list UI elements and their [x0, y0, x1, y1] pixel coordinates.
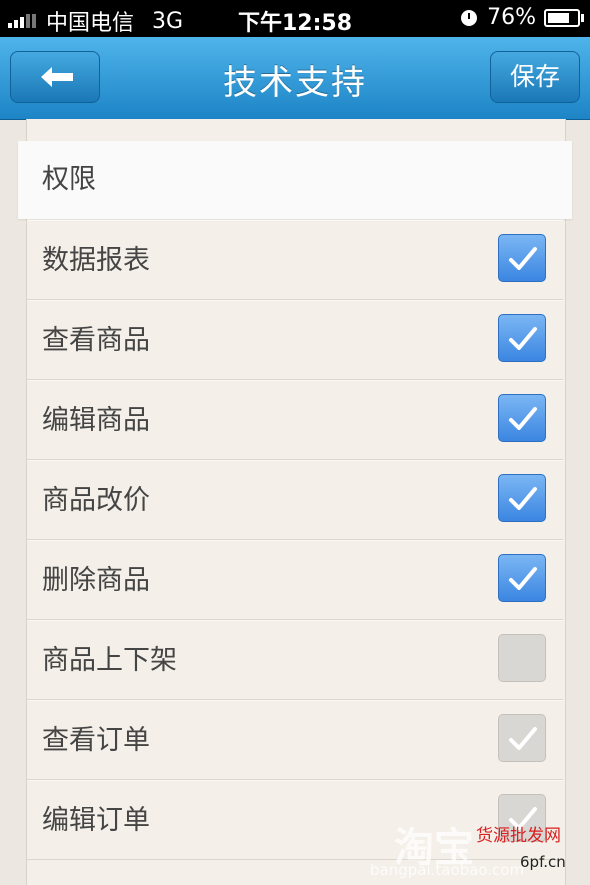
checkmark-icon [509, 487, 537, 510]
navigation-bar: 技术支持 保存 [0, 37, 590, 120]
permission-label: 删除商品 [42, 565, 150, 596]
permission-label: 商品上下架 [42, 645, 177, 676]
permission-checkbox[interactable] [498, 394, 546, 442]
watermark-site-short: 6pf.cn [520, 853, 566, 871]
permission-row[interactable]: 编辑商品 [27, 380, 563, 460]
permission-label: 编辑商品 [42, 405, 150, 436]
status-bar: 中国电信 3G 下午12:58 76% [0, 0, 590, 37]
checkmark-icon [509, 247, 537, 270]
permission-label: 编辑订单 [42, 805, 150, 836]
permission-label: 商品改价 [42, 485, 150, 516]
permission-checkbox[interactable] [498, 234, 546, 282]
section-header: 权限 [18, 141, 572, 219]
permission-row[interactable]: 查看订单 [27, 700, 563, 780]
permission-list: 数据报表查看商品编辑商品商品改价删除商品商品上下架查看订单编辑订单 [27, 220, 563, 860]
permission-checkbox[interactable] [498, 634, 546, 682]
checkmark-icon [509, 327, 537, 350]
watermark: 淘宝 货源批发网 6pf.cn bangpai.taobao.com [370, 815, 590, 885]
checkmark-icon [509, 407, 537, 430]
permission-label: 查看订单 [42, 725, 150, 756]
permission-row[interactable]: 商品改价 [27, 460, 563, 540]
permission-row[interactable]: 数据报表 [27, 220, 563, 300]
watermark-domain: bangpai.taobao.com [370, 861, 525, 879]
content-area: 权限 数据报表查看商品编辑商品商品改价删除商品商品上下架查看订单编辑订单 [0, 119, 590, 885]
checkmark-icon [509, 567, 537, 590]
save-button[interactable]: 保存 [490, 51, 580, 103]
watermark-site-name: 货源批发网 [476, 826, 561, 846]
permission-checkbox[interactable] [498, 314, 546, 362]
permission-label: 查看商品 [42, 325, 150, 356]
permission-row[interactable]: 查看商品 [27, 300, 563, 380]
checkmark-icon [509, 727, 537, 750]
permission-checkbox[interactable] [498, 554, 546, 602]
battery-icon [544, 8, 584, 27]
permission-row[interactable]: 商品上下架 [27, 620, 563, 700]
permission-checkbox[interactable] [498, 714, 546, 762]
permission-checkbox[interactable] [498, 474, 546, 522]
permission-row[interactable]: 删除商品 [27, 540, 563, 620]
permission-label: 数据报表 [42, 245, 150, 276]
clock-icon [461, 9, 478, 26]
battery-percent: 76% [487, 5, 536, 30]
status-right: 76% [461, 5, 584, 30]
